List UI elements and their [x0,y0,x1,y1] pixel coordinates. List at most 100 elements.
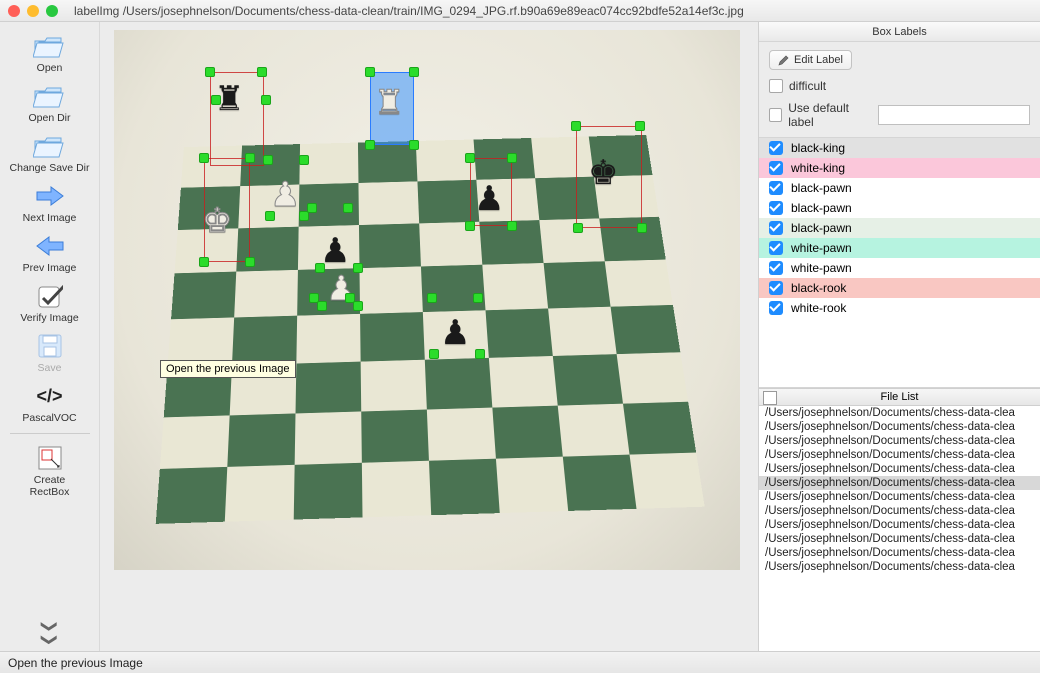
titlebar: labelImg /Users/josephnelson/Documents/c… [0,0,1040,22]
zoom-window-icon[interactable] [46,5,58,17]
difficult-checkbox-row[interactable]: difficult [769,79,1030,93]
label-row[interactable]: white-rook [759,298,1040,318]
label-checkbox[interactable] [769,201,783,215]
tool-changesavedir[interactable]: Change Save Dir [5,128,95,176]
label-row[interactable]: black-pawn [759,178,1040,198]
arrow-left-icon [32,232,68,260]
label-row[interactable]: white-pawn [759,238,1040,258]
box-handle[interactable] [429,349,439,359]
box-handle[interactable] [263,155,273,165]
box-handle[interactable] [199,153,209,163]
close-window-icon[interactable] [8,5,20,17]
label-checkbox[interactable] [769,141,783,155]
box-handle[interactable] [465,153,475,163]
chess-piece: ♚ [202,204,232,238]
tool-nextimage[interactable]: Next Image [5,178,95,226]
box-handle[interactable] [211,95,221,105]
minimize-window-icon[interactable] [27,5,39,17]
box-handle[interactable] [409,67,419,77]
label-name: white-pawn [791,261,852,275]
file-list-title-text: File List [881,391,919,403]
box-handle[interactable] [199,257,209,267]
right-column: Box Labels Edit Label difficult Use defa… [758,22,1040,651]
label-checkbox[interactable] [769,241,783,255]
label-row[interactable]: black-pawn [759,198,1040,218]
box-handle[interactable] [365,67,375,77]
default-label-input[interactable] [878,105,1030,125]
tool-open[interactable]: Open [5,28,95,76]
edit-label-button[interactable]: Edit Label [769,50,852,70]
label-row[interactable]: black-pawn [759,218,1040,238]
expand-icon[interactable]: ❯❯ [40,620,60,647]
label-checkbox[interactable] [769,281,783,295]
file-row[interactable]: /Users/josephnelson/Documents/chess-data… [759,476,1040,490]
file-row[interactable]: /Users/josephnelson/Documents/chess-data… [759,406,1040,420]
file-row[interactable]: /Users/josephnelson/Documents/chess-data… [759,546,1040,560]
box-handle[interactable] [409,140,419,150]
box-handle[interactable] [635,121,645,131]
label-row[interactable]: black-rook [759,278,1040,298]
file-row[interactable]: /Users/josephnelson/Documents/chess-data… [759,532,1040,546]
labels-list[interactable]: black-kingwhite-kingblack-pawnblack-pawn… [759,137,1040,318]
label-checkbox[interactable] [769,161,783,175]
box-handle[interactable] [365,140,375,150]
file-row[interactable]: /Users/josephnelson/Documents/chess-data… [759,434,1040,448]
checkbox-icon [32,282,68,310]
file-row[interactable]: /Users/josephnelson/Documents/chess-data… [759,448,1040,462]
box-handle[interactable] [507,153,517,163]
tool-verify[interactable]: Verify Image [5,278,95,326]
tool-label: Save [38,362,62,374]
box-handle[interactable] [205,67,215,77]
box-handle[interactable] [343,203,353,213]
canvas[interactable]: ♜♜♚♟♟♟♟♟♚ Open the previous Image [100,22,758,651]
label-row[interactable]: white-pawn [759,258,1040,278]
separator [10,433,90,434]
box-handle[interactable] [637,223,647,233]
box-handle[interactable] [427,293,437,303]
box-handle[interactable] [307,203,317,213]
checkbox-icon[interactable] [769,108,782,122]
file-list-title: File List [759,388,1040,406]
label-checkbox[interactable] [769,301,783,315]
box-handle[interactable] [507,221,517,231]
box-handle[interactable] [473,293,483,303]
box-handle[interactable] [573,223,583,233]
file-row[interactable]: /Users/josephnelson/Documents/chess-data… [759,518,1040,532]
label-checkbox[interactable] [769,221,783,235]
box-handle[interactable] [245,257,255,267]
tool-save[interactable]: Save [5,328,95,376]
box-handle[interactable] [571,121,581,131]
chess-piece: ♟ [474,182,504,216]
box-handle[interactable] [245,153,255,163]
tool-previmage[interactable]: Prev Image [5,228,95,276]
box-handle[interactable] [265,211,275,221]
box-handle[interactable] [299,155,309,165]
box-handle[interactable] [465,221,475,231]
tool-opendir[interactable]: Open Dir [5,78,95,126]
checkbox-icon[interactable] [769,79,783,93]
box-handle[interactable] [475,349,485,359]
folder-open-icon [32,32,68,60]
label-row[interactable]: black-king [759,138,1040,158]
file-row[interactable]: /Users/josephnelson/Documents/chess-data… [759,504,1040,518]
dock-icon[interactable] [763,391,777,405]
box-handle[interactable] [315,263,325,273]
box-handle[interactable] [257,67,267,77]
tool-label: PascalVOC [22,412,76,424]
file-row[interactable]: /Users/josephnelson/Documents/chess-data… [759,490,1040,504]
file-row[interactable]: /Users/josephnelson/Documents/chess-data… [759,462,1040,476]
box-handle[interactable] [353,301,363,311]
tool-format[interactable]: </>PascalVOC [5,378,95,426]
label-checkbox[interactable] [769,181,783,195]
file-list[interactable]: /Users/josephnelson/Documents/chess-data… [759,406,1040,651]
use-default-label-row: Use default label [769,101,1030,129]
tool-createrect[interactable]: CreateRectBox [5,440,95,500]
label-checkbox[interactable] [769,261,783,275]
box-handle[interactable] [261,95,271,105]
file-row[interactable]: /Users/josephnelson/Documents/chess-data… [759,420,1040,434]
box-handle[interactable] [353,263,363,273]
label-row[interactable]: white-king [759,158,1040,178]
label-name: black-king [791,141,845,155]
box-handle[interactable] [317,301,327,311]
file-row[interactable]: /Users/josephnelson/Documents/chess-data… [759,560,1040,574]
